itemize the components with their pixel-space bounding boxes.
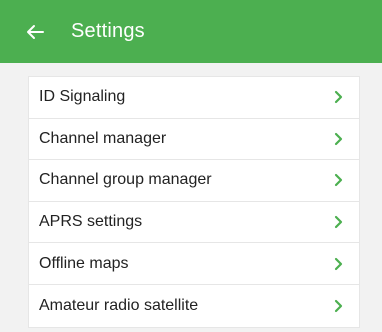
settings-item-label: Channel manager [39,129,167,147]
settings-item-aprs-settings[interactable]: APRS settings [29,202,359,244]
back-button[interactable] [20,17,50,47]
settings-item-channel-group-manager[interactable]: Channel group manager [29,160,359,202]
settings-item-label: Channel group manager [39,171,212,189]
chevron-right-icon [333,132,345,146]
chevron-right-icon [333,257,345,271]
settings-item-label: ID Signaling [39,88,126,106]
chevron-right-icon [333,299,345,313]
settings-item-offline-maps[interactable]: Offline maps [29,243,359,285]
settings-item-label: Offline maps [39,254,129,272]
app-bar: Settings [0,0,382,63]
settings-item-id-signaling[interactable]: ID Signaling [29,77,359,119]
page-title: Settings [71,20,145,42]
settings-item-channel-manager[interactable]: Channel manager [29,119,359,161]
settings-item-label: APRS settings [39,213,143,231]
chevron-right-icon [333,215,345,229]
chevron-right-icon [333,173,345,187]
arrow-left-icon [27,24,44,39]
settings-list: ID Signaling Channel manager Channel gro… [28,76,360,328]
chevron-right-icon [333,90,345,104]
settings-item-label: Amateur radio satellite [39,296,199,314]
settings-item-amateur-radio-satellite[interactable]: Amateur radio satellite [29,285,359,327]
